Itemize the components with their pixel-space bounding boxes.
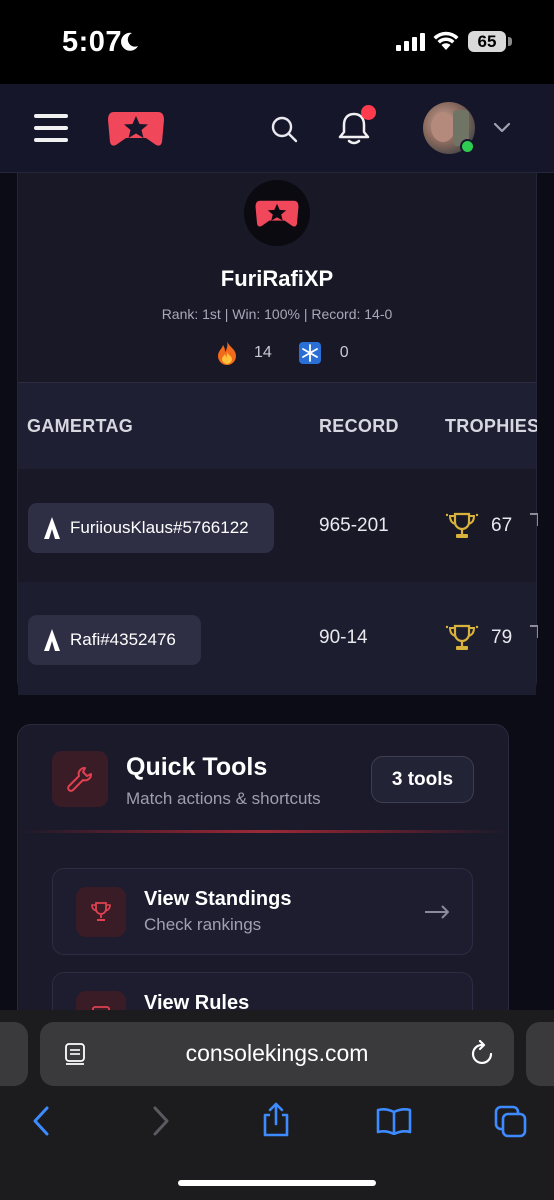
tools-count-badge: 3 tools [371, 756, 474, 803]
trophy-cell: 79 [445, 624, 512, 652]
team-logo-icon [255, 200, 299, 227]
platform-a-icon [44, 629, 60, 651]
column-record[interactable]: RECORD [319, 416, 399, 437]
home-indicator [178, 1180, 376, 1186]
moon-icon [121, 32, 138, 51]
team-logo [244, 180, 310, 246]
snowflake-icon [298, 342, 321, 364]
gamertag-text: FuriiousKlaus#5766122 [70, 518, 249, 537]
battery-icon: 65 [468, 31, 506, 52]
status-time: 5:07 [62, 26, 123, 58]
fire-icon [218, 341, 236, 365]
platform-a-icon [44, 517, 60, 539]
forward-icon[interactable] [152, 1106, 170, 1136]
bookmarks-icon[interactable] [376, 1107, 412, 1135]
hot-streak-value: 14 [254, 344, 272, 361]
trophy-cell: 67 [445, 512, 512, 540]
trophy-icon-box [76, 887, 126, 937]
trophy-count: 79 [491, 627, 513, 648]
tool-title: View Standings [144, 888, 292, 910]
arrow-right-icon [425, 905, 449, 919]
logo-icon[interactable] [106, 108, 166, 148]
signal-icon [396, 33, 425, 51]
gamertag-chip[interactable]: FuriiousKlaus#5766122 [28, 503, 274, 553]
trophy-icon [445, 624, 479, 650]
trophy-icon [530, 625, 538, 638]
chevron-down-icon[interactable] [493, 122, 511, 134]
wifi-icon [433, 31, 459, 50]
wrench-icon [67, 767, 92, 792]
notification-dot [361, 105, 376, 120]
tabs-icon[interactable] [494, 1105, 528, 1139]
profile-name: FuriRafiXP [220, 266, 334, 291]
quick-tools-title: Quick Tools [126, 753, 268, 781]
divider [17, 830, 509, 833]
quick-tools-subtitle: Match actions & shortcuts [126, 789, 321, 808]
back-icon[interactable] [32, 1106, 50, 1136]
record-cell: 90-14 [319, 627, 368, 648]
trophy-count: 67 [491, 515, 513, 536]
page: 5:07 65 FuriRafiXP Rank: 1st | Win: 100%… [0, 0, 554, 1200]
gamertag-chip[interactable]: Rafi#4352476 [28, 615, 201, 665]
reload-icon[interactable] [470, 1040, 496, 1068]
cold-streak-value: 0 [339, 344, 349, 361]
search-icon[interactable] [270, 115, 298, 143]
streak-row: 14 0 [216, 340, 349, 366]
record-cell: 965-201 [319, 515, 389, 536]
profile-stats: Rank: 1st | Win: 100% | Record: 14-0 [161, 306, 393, 322]
menu-icon[interactable] [34, 113, 68, 143]
online-status-dot [460, 139, 475, 154]
trophy-icon [530, 513, 538, 526]
trophy-icon [91, 902, 111, 921]
wrench-icon-box [52, 751, 108, 807]
column-gamertag[interactable]: GAMERTAG [27, 416, 133, 437]
tool-subtitle: Check rankings [144, 915, 262, 934]
share-icon[interactable] [260, 1102, 292, 1138]
gamertag-text: Rafi#4352476 [70, 630, 176, 649]
battery-cap [508, 37, 512, 46]
column-trophies[interactable]: TROPHIES [445, 416, 537, 437]
trophy-icon [445, 512, 479, 538]
